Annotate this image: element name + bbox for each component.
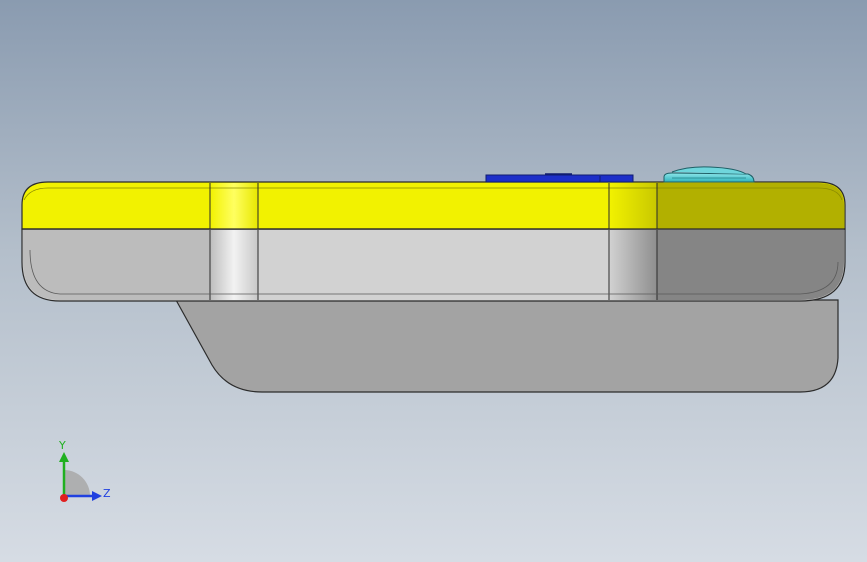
y-axis-label: Y (58, 439, 66, 452)
z-axis-arrowhead (92, 491, 102, 501)
top-shell[interactable] (21, 181, 846, 230)
cad-viewport[interactable]: Y Z (0, 0, 867, 562)
model-view[interactable] (0, 0, 867, 562)
bottom-shell[interactable] (174, 299, 839, 393)
triad-plane-indicator (64, 470, 90, 496)
view-orientation-triad[interactable]: Y Z (48, 438, 118, 510)
mid-shell[interactable] (21, 228, 846, 302)
y-axis-arrowhead (59, 452, 69, 462)
z-axis-label: Z (103, 487, 111, 500)
cyan-button[interactable] (663, 166, 755, 183)
blue-button[interactable] (485, 173, 634, 183)
x-axis-dot (60, 494, 68, 502)
